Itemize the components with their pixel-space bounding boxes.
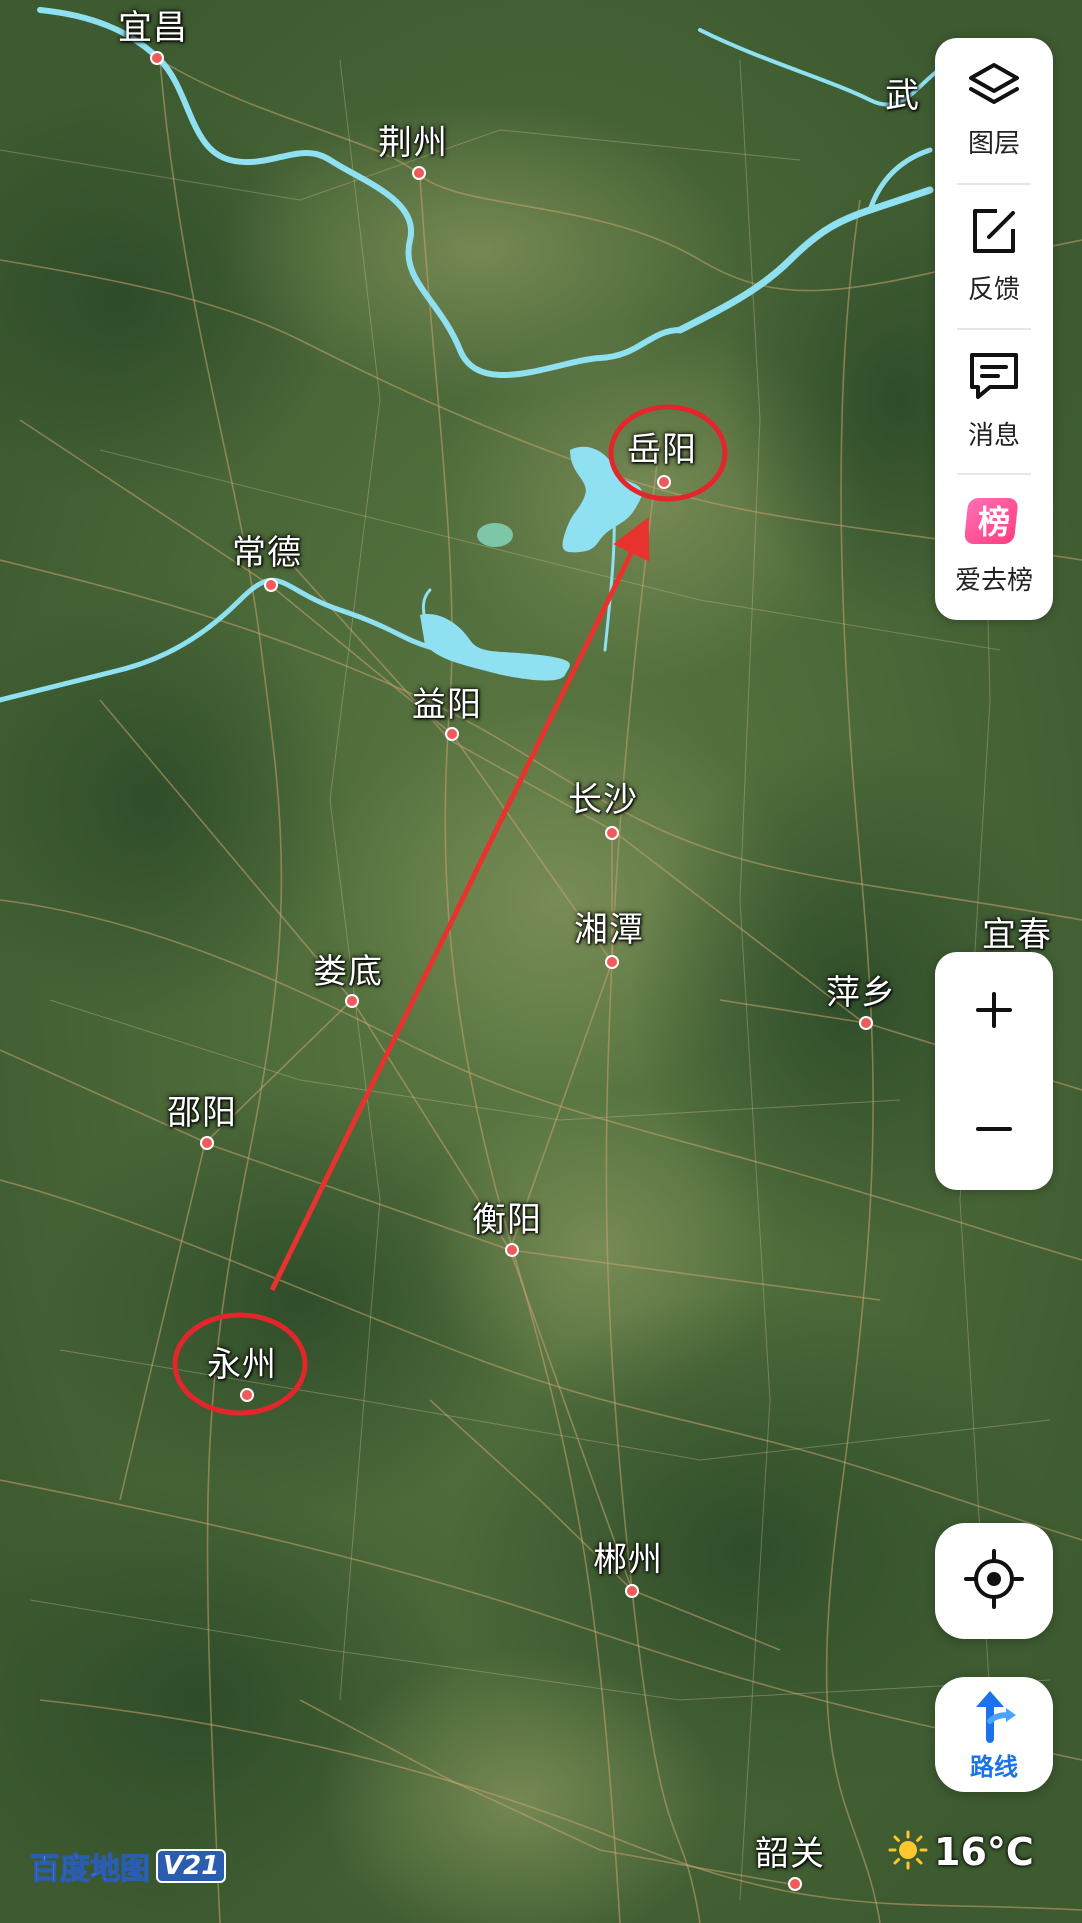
locate-crosshair-icon [963,1548,1025,1614]
city-marker-changsha[interactable] [605,826,619,840]
route-button[interactable]: 路线 [935,1677,1053,1792]
city-label-changsha[interactable]: 长沙 [568,772,638,821]
city-label-hengyang[interactable]: 衡阳 [472,1192,542,1241]
weather-widget[interactable]: 16°C [888,1830,1034,1874]
layers-button[interactable]: 图层 [935,38,1053,183]
messages-button[interactable]: 消息 [935,328,1053,473]
logo-text: 百度地图 [29,1851,150,1887]
feedback-button[interactable]: 反馈 [935,183,1053,328]
city-marker-yueyang[interactable] [657,475,671,489]
minus-icon [974,1109,1014,1153]
map-tools-panel: 图层 反馈 消息 榜 爱去榜 [935,38,1053,620]
aiqubang-button[interactable]: 榜 爱去榜 [935,473,1053,618]
messages-label: 消息 [967,421,1020,451]
city-label-yichang[interactable]: 宜昌 [118,0,188,49]
aiqubang-label: 爱去榜 [954,566,1033,596]
city-marker-hengyang[interactable] [505,1243,519,1257]
city-marker-chenzhou[interactable] [625,1584,639,1598]
city-label-yueyang[interactable]: 岳阳 [627,422,697,471]
plus-icon [974,990,1014,1034]
city-label-shaoyang[interactable]: 邵阳 [167,1085,237,1134]
zoom-controls [935,952,1053,1190]
city-marker-shaoguan[interactable] [788,1877,802,1891]
layers-icon [965,61,1023,115]
layers-label: 图层 [967,129,1020,159]
city-label-changde[interactable]: 常德 [232,525,302,574]
city-label-shaoguan[interactable]: 韶关 [755,1826,825,1875]
feedback-label: 反馈 [967,275,1020,305]
city-label-yiyang[interactable]: 益阳 [412,677,482,726]
message-icon [966,349,1022,407]
terrain-shading [0,100,1080,1923]
zoom-out-button[interactable] [935,1071,1053,1190]
city-marker-yiyang[interactable] [445,727,459,741]
city-marker-shaoyang[interactable] [200,1136,214,1150]
sun-icon [888,1830,928,1874]
city-label-xiangtan[interactable]: 湘潭 [574,902,644,951]
city-label-jingzhou[interactable]: 荆州 [378,115,448,164]
city-marker-pingxiang[interactable] [859,1016,873,1030]
ranking-badge-icon: 榜 [964,494,1023,552]
baidu-map-logo: 百度地图 V21 [29,1844,227,1888]
city-label-loudi[interactable]: 娄底 [313,944,383,993]
city-marker-yichang[interactable] [150,51,164,65]
satellite-map[interactable] [0,0,1082,1923]
city-label-yichun[interactable]: 宜春 [982,907,1052,956]
city-marker-changde[interactable] [264,578,278,592]
city-marker-xiangtan[interactable] [605,955,619,969]
city-marker-jingzhou[interactable] [412,166,426,180]
feedback-edit-icon [967,205,1021,261]
city-label-pingxiang[interactable]: 萍乡 [826,965,896,1014]
city-marker-loudi[interactable] [345,994,359,1008]
logo-version: V21 [156,1849,227,1883]
route-arrow-icon [966,1687,1022,1747]
city-label-chenzhou[interactable]: 郴州 [593,1532,663,1581]
city-label-wu[interactable]: 武 [885,68,920,117]
temperature: 16°C [934,1830,1034,1874]
route-label: 路线 [970,1753,1018,1781]
zoom-in-button[interactable] [935,952,1053,1071]
locate-button[interactable] [935,1523,1053,1639]
city-marker-yongzhou[interactable] [240,1388,254,1402]
city-label-yongzhou[interactable]: 永州 [207,1337,277,1386]
svg-text:榜: 榜 [978,503,1010,541]
